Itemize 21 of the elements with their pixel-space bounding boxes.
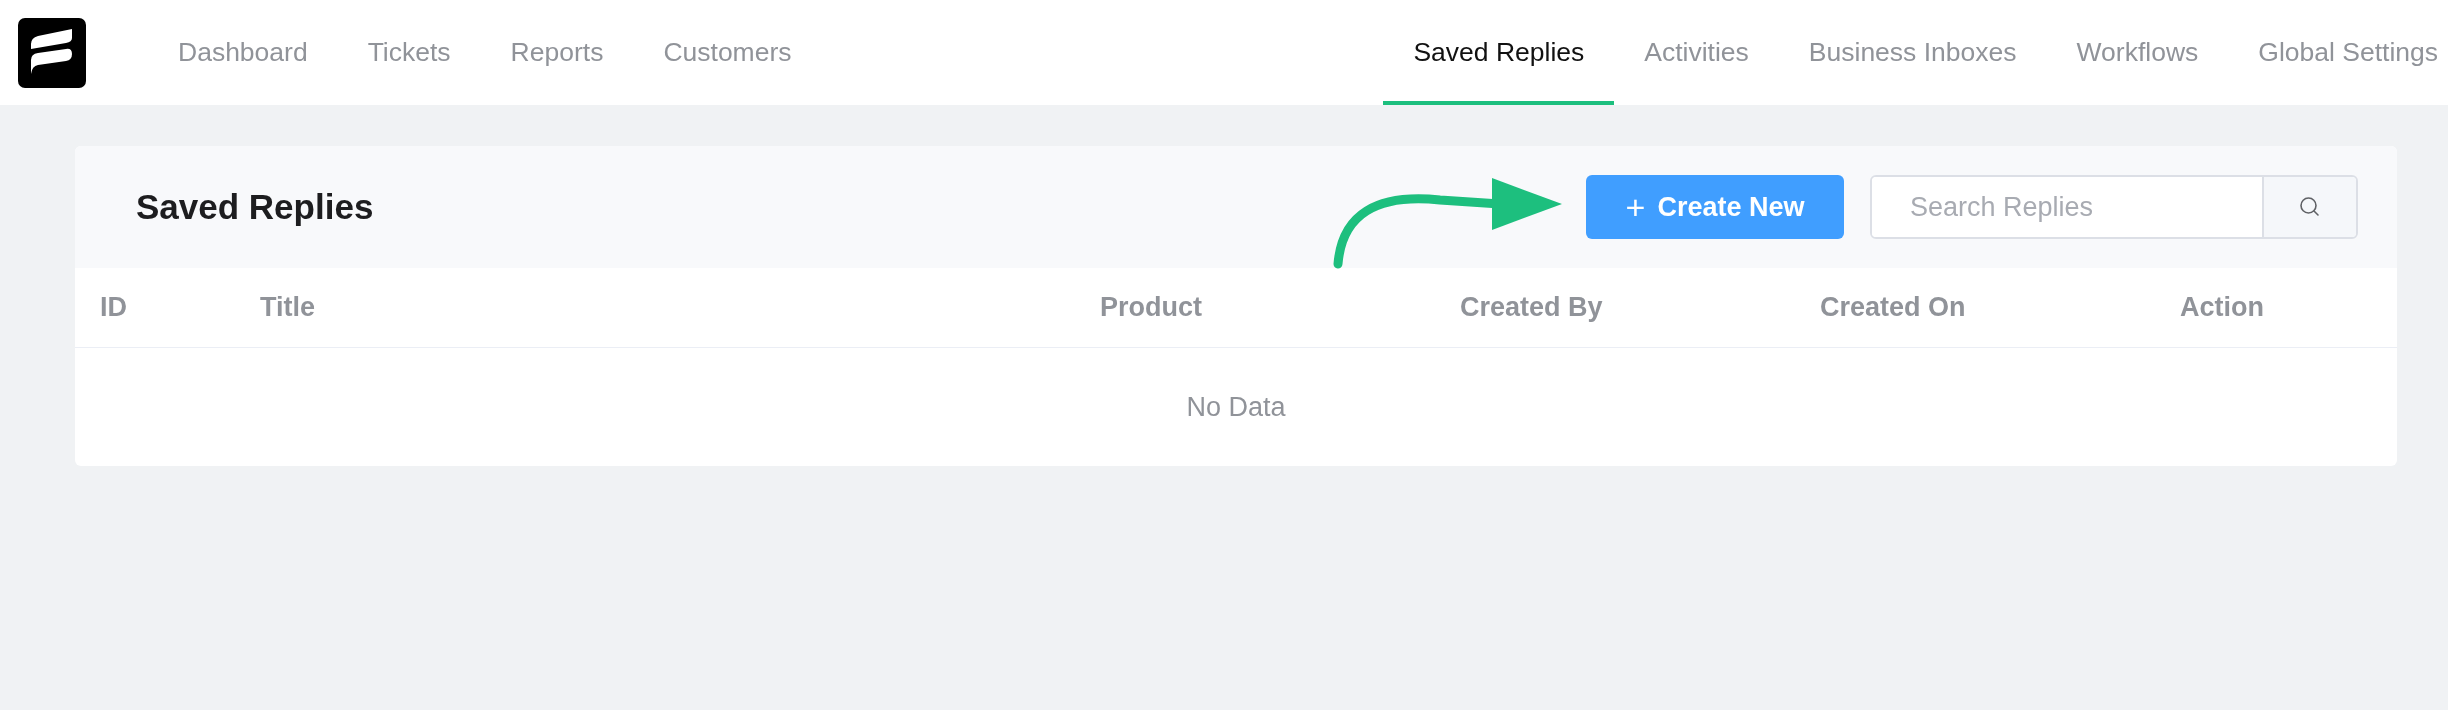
- column-header: Title: [259, 292, 316, 323]
- page-title: Saved Replies: [136, 187, 374, 227]
- search-icon: [2298, 195, 2322, 219]
- empty-message: No Data: [1186, 391, 1286, 423]
- column-header: Created On: [1819, 292, 1967, 323]
- nav-tab[interactable]: Customers: [633, 0, 822, 105]
- column-header: Created By: [1459, 292, 1604, 323]
- nav-tab[interactable]: Workflows: [2046, 0, 2229, 105]
- nav-tab[interactable]: Global Settings: [2228, 0, 2448, 105]
- search-field[interactable]: Search Replies: [1870, 175, 2358, 239]
- logo-icon[interactable]: [18, 17, 86, 88]
- create-new-button[interactable]: + Create New: [1586, 175, 1844, 239]
- nav-tab[interactable]: Dashboard: [148, 0, 338, 105]
- column-header: Action: [2179, 292, 2265, 323]
- nav-tab[interactable]: Saved Replies: [1383, 0, 1615, 105]
- nav-tab[interactable]: Reports: [480, 0, 634, 105]
- nav-tab[interactable]: Activities: [1614, 0, 1779, 105]
- nav-tab[interactable]: Business Inboxes: [1778, 0, 2047, 105]
- column-header: ID: [99, 292, 128, 323]
- nav-tab[interactable]: Tickets: [337, 0, 481, 105]
- column-header: Product: [1099, 292, 1203, 323]
